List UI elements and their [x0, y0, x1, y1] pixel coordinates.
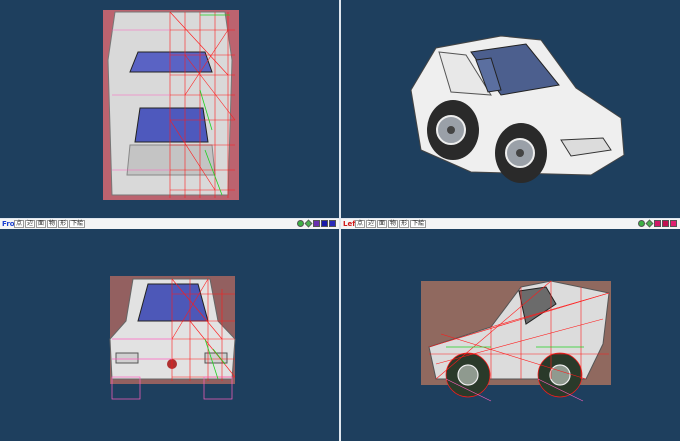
zoom-icon[interactable] [297, 220, 304, 227]
front-wheel-3d [495, 123, 547, 183]
viewport-front[interactable] [0, 229, 339, 441]
left-view-canvas [421, 280, 611, 402]
shape-mode-button[interactable]: 形 [58, 220, 69, 228]
view-option-1-icon[interactable] [313, 220, 320, 227]
edge-mode-button[interactable]: 辺 [366, 220, 377, 228]
object-mode-button[interactable]: 物 [388, 220, 399, 228]
move-view-icon[interactable] [645, 219, 654, 228]
face-mode-button[interactable]: 面 [377, 220, 388, 228]
perspective-canvas [410, 35, 625, 183]
left-headlight-front [115, 352, 139, 364]
vertex-mode-button[interactable]: 点 [355, 220, 366, 228]
front-view-canvas [109, 276, 236, 400]
zoom-icon[interactable] [638, 220, 645, 227]
front-wheel-side [537, 352, 583, 398]
view-option-1-icon[interactable] [654, 220, 661, 227]
windshield-top [134, 107, 209, 143]
vertex-mode-button[interactable]: 点 [14, 220, 25, 228]
view-option-3-icon[interactable] [329, 220, 336, 227]
face-mode-button[interactable]: 面 [36, 220, 47, 228]
background-image-button[interactable]: 下絵 [410, 220, 427, 228]
view-option-2-icon[interactable] [321, 220, 328, 227]
viewport-top[interactable] [0, 0, 339, 218]
top-view-canvas [103, 10, 239, 200]
background-image-button[interactable]: 下絵 [69, 220, 86, 228]
viewport-perspective[interactable] [341, 0, 680, 218]
edge-mode-button[interactable]: 辺 [25, 220, 36, 228]
hood-top [126, 144, 216, 176]
viewport-left[interactable] [341, 229, 680, 441]
view-option-3-icon[interactable] [670, 220, 677, 227]
object-mode-button[interactable]: 物 [47, 220, 58, 228]
shape-mode-button[interactable]: 形 [399, 220, 410, 228]
view-option-2-icon[interactable] [662, 220, 669, 227]
rear-wheel-3d [427, 100, 479, 160]
move-view-icon[interactable] [304, 219, 313, 228]
windshield-front [137, 283, 209, 322]
